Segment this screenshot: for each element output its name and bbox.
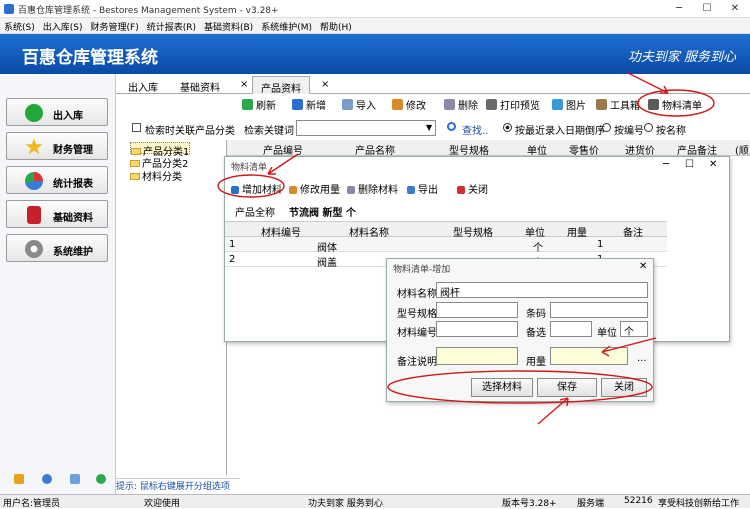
annotation-overlay <box>217 72 715 425</box>
annotation-circle <box>637 89 715 117</box>
annotation-circle <box>217 174 285 198</box>
annotation-arrow <box>627 72 669 94</box>
annotation-arrow <box>601 337 657 357</box>
annotation-circle <box>387 370 653 404</box>
annotation-arrow <box>267 153 299 175</box>
